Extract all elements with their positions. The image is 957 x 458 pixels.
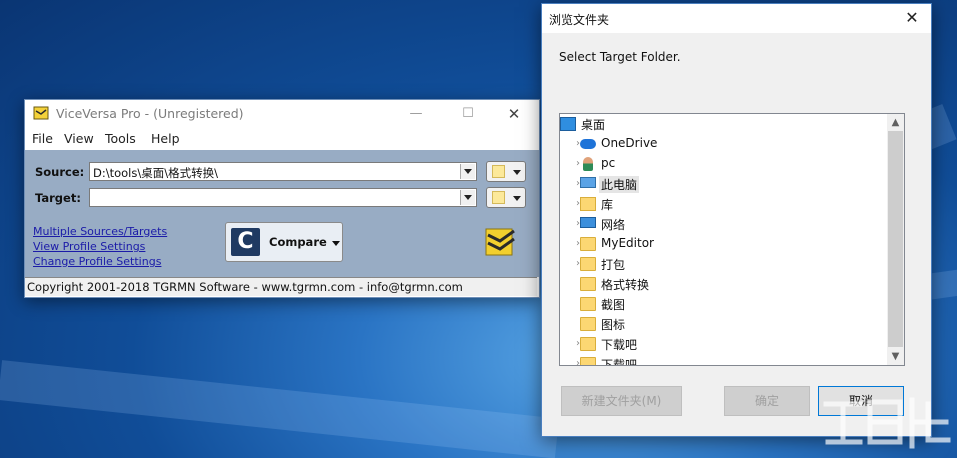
menu-tools[interactable]: Tools — [105, 131, 136, 146]
folder-icon — [580, 337, 596, 351]
cloud-icon — [580, 139, 596, 149]
chevron-down-icon — [513, 196, 521, 201]
tree-item[interactable]: › 网络 — [560, 214, 890, 234]
desktop-icon — [560, 117, 576, 131]
close-button[interactable]: ✕ — [501, 104, 527, 124]
target-label: Target: — [35, 191, 81, 205]
source-value: D:\tools\桌面\格式转换\ — [93, 166, 218, 180]
chevron-down-icon — [513, 170, 521, 175]
viceversa-titlebar[interactable]: ViceVersa Pro - (Unregistered) — ☐ ✕ — [25, 100, 539, 128]
folder-icon — [580, 257, 596, 271]
folder-icon — [580, 357, 596, 365]
watermark-logo-icon — [823, 397, 951, 449]
tree-item-label: 桌面 — [581, 118, 606, 132]
library-icon — [580, 197, 596, 211]
scroll-down-icon[interactable]: ▼ — [887, 348, 904, 365]
folder-tree[interactable]: 桌面 › OneDrive › pc › 此电脑 › 库 › 网络 › MyEditor › 打包格式转换截… — [559, 113, 905, 366]
tree-item[interactable]: › 下载吧 — [560, 354, 890, 366]
chevron-down-icon[interactable] — [460, 190, 475, 205]
tree-item-label: pc — [601, 156, 616, 170]
source-browse-button[interactable] — [486, 161, 526, 182]
menu-bar: File View Tools Help — [25, 128, 539, 150]
scroll-up-icon[interactable]: ▲ — [887, 114, 904, 131]
target-combo[interactable] — [89, 188, 477, 207]
tree-item[interactable]: › pc — [560, 154, 890, 174]
folder-icon — [580, 297, 596, 311]
browse-folder-dialog: 浏览文件夹 ✕ Select Target Folder. 桌面 › OneDriv… — [541, 3, 932, 437]
tree-item[interactable]: 图标 — [560, 314, 890, 334]
menu-file[interactable]: File — [32, 131, 53, 146]
menu-view[interactable]: View — [64, 131, 94, 146]
chevron-down-icon[interactable] — [460, 164, 475, 179]
tree-item[interactable]: 截图 — [560, 294, 890, 314]
dialog-close-button[interactable]: ✕ — [899, 7, 925, 29]
menu-help[interactable]: Help — [151, 131, 180, 146]
tree-item-label: 截图 — [601, 298, 626, 312]
wallpaper-ray — [0, 360, 560, 458]
maximize-button[interactable]: ☐ — [455, 104, 481, 124]
tree-item[interactable]: › OneDrive — [560, 134, 890, 154]
target-browse-button[interactable] — [486, 187, 526, 208]
tree-scrollbar[interactable]: ▲ ▼ — [887, 114, 904, 365]
folder-icon — [492, 165, 505, 178]
compare-icon: C — [231, 228, 260, 256]
computer-icon — [580, 177, 596, 188]
dialog-prompt: Select Target Folder. — [559, 50, 681, 64]
source-label: Source: — [35, 165, 85, 179]
view-profile-settings-link[interactable]: View Profile Settings — [33, 240, 145, 253]
chevron-down-icon[interactable] — [332, 241, 340, 246]
new-folder-button[interactable]: 新建文件夹(M) — [561, 386, 682, 416]
compare-button[interactable]: C Compare — [225, 222, 343, 262]
viceversa-logo-icon — [485, 228, 515, 256]
tree-item-label: 打包 — [601, 258, 626, 272]
tree-item-label: 库 — [601, 198, 614, 212]
network-icon — [580, 217, 596, 228]
viceversa-title: ViceVersa Pro - (Unregistered) — [56, 106, 244, 121]
dialog-titlebar[interactable]: 浏览文件夹 ✕ — [542, 4, 931, 33]
tree-item-label: 下载吧 — [601, 358, 638, 366]
status-bar: Copyright 2001-2018 TGRMN Software - www… — [25, 277, 537, 296]
tree-item-label: 下载吧 — [601, 338, 638, 352]
multiple-sources-link[interactable]: Multiple Sources/Targets — [33, 225, 167, 238]
tree-item-label: MyEditor — [601, 236, 654, 250]
folder-icon — [580, 237, 596, 251]
scroll-thumb[interactable] — [888, 131, 903, 347]
user-icon — [583, 157, 593, 171]
dialog-title: 浏览文件夹 — [549, 13, 610, 27]
change-profile-settings-link[interactable]: Change Profile Settings — [33, 255, 161, 268]
status-text: Copyright 2001-2018 TGRMN Software - www… — [27, 280, 463, 294]
folder-icon — [580, 317, 596, 331]
main-panel: Source: D:\tools\桌面\格式转换\ Target: Multip… — [25, 150, 539, 277]
tree-item-label: OneDrive — [601, 136, 658, 150]
tree-item-label: 图标 — [601, 318, 626, 332]
tree-item-label: 格式转换 — [601, 278, 650, 292]
tree-item[interactable]: › 打包 — [560, 254, 890, 274]
tree-item-label: 此电脑 — [599, 176, 640, 193]
folder-icon — [492, 191, 505, 204]
minimize-button[interactable]: — — [403, 104, 429, 124]
viceversa-window: ViceVersa Pro - (Unregistered) — ☐ ✕ Fil… — [24, 99, 540, 298]
ok-button[interactable]: 确定 — [724, 386, 810, 416]
folder-icon — [580, 277, 596, 291]
tree-item[interactable]: 格式转换 — [560, 274, 890, 294]
source-combo[interactable]: D:\tools\桌面\格式转换\ — [89, 162, 477, 181]
tree-item[interactable]: › 此电脑 — [560, 174, 890, 194]
tree-item-label: 网络 — [601, 218, 626, 232]
tree-item[interactable]: › 下载吧 — [560, 334, 890, 354]
tree-item[interactable]: › MyEditor — [560, 234, 890, 254]
tree-item[interactable]: › 库 — [560, 194, 890, 214]
compare-label: Compare — [269, 235, 327, 249]
tree-item[interactable]: 桌面 — [560, 114, 890, 134]
viceversa-app-icon — [33, 106, 49, 120]
